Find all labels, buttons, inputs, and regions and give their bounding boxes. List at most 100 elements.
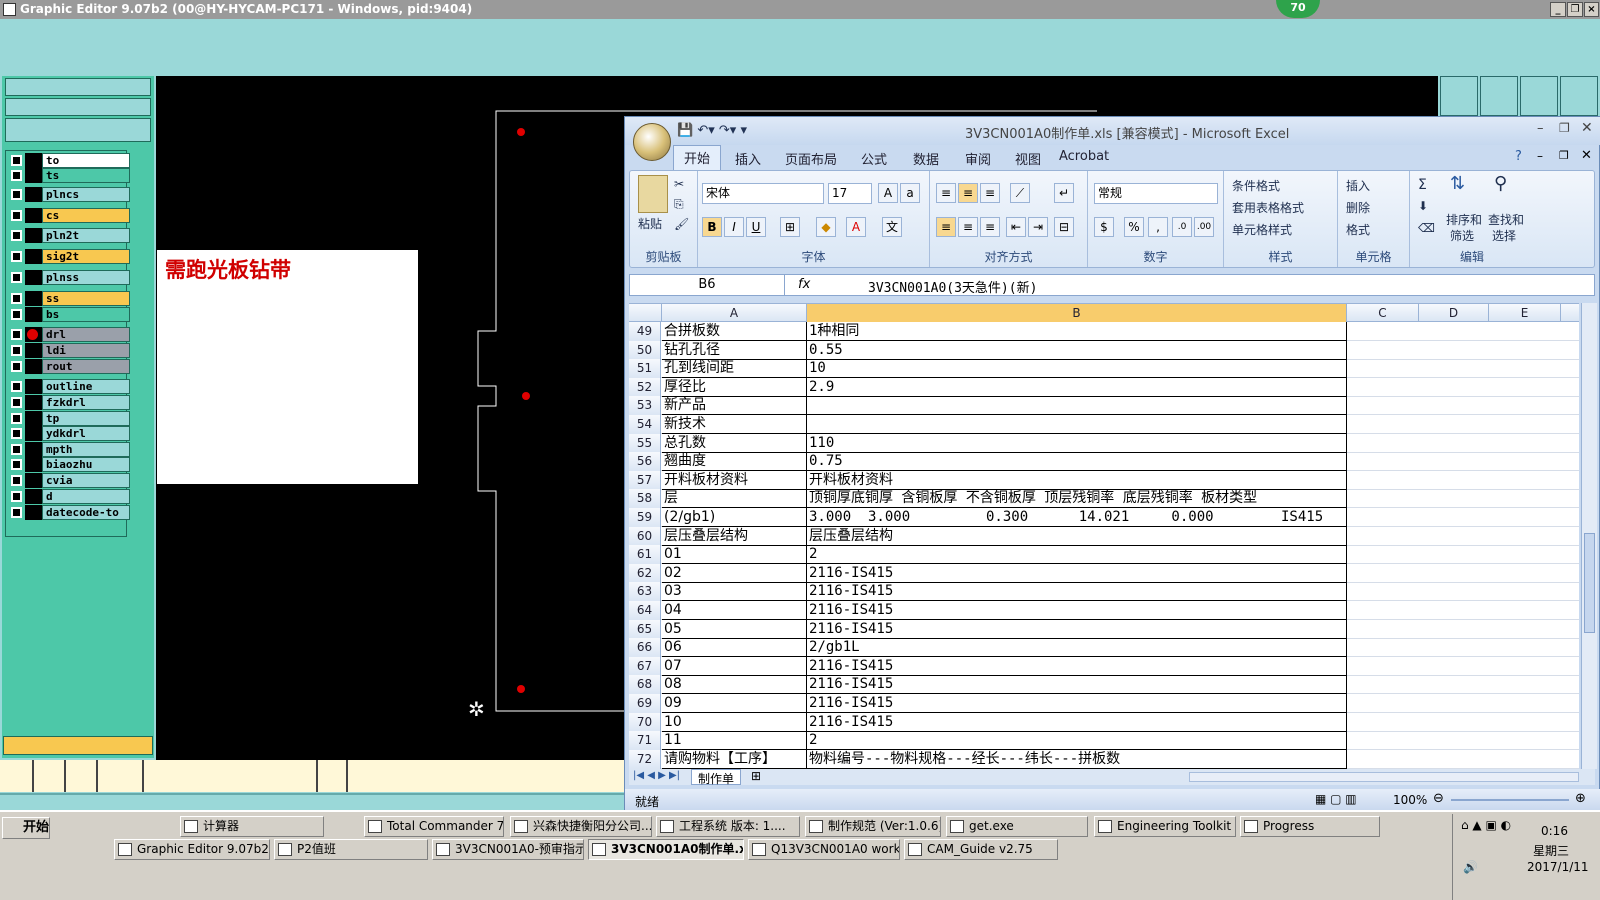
layer-color-swatch[interactable]: [25, 249, 42, 264]
row-number[interactable]: 63: [629, 582, 661, 602]
layer-row-fzkdrl[interactable]: fzkdrl: [8, 395, 130, 410]
cell-a[interactable]: 钻孔孔径: [662, 340, 807, 360]
layer-label[interactable]: biaozhu: [42, 457, 130, 472]
bold-icon[interactable]: B: [702, 217, 722, 237]
layer-label[interactable]: ydkdrl: [42, 426, 130, 441]
binoculars-icon[interactable]: ⚲: [1494, 173, 1507, 194]
merge-center-icon[interactable]: ⊟: [1054, 217, 1074, 237]
panel-field-2[interactable]: [5, 98, 151, 116]
layer-checkbox[interactable]: [11, 345, 22, 356]
sheet-tab-active[interactable]: 制作单: [691, 769, 742, 786]
workbook-restore-button[interactable]: ❐: [1559, 149, 1569, 162]
cell-a[interactable]: 04: [662, 601, 807, 620]
horizontal-scrollbar[interactable]: [1189, 772, 1579, 782]
excel-close-button[interactable]: ✕: [1581, 120, 1593, 136]
paste-icon[interactable]: [638, 175, 668, 213]
row-number[interactable]: 62: [629, 563, 661, 583]
layer-row-bs[interactable]: bs: [8, 307, 130, 322]
tool-tile-1[interactable]: [1440, 76, 1478, 116]
cell-a[interactable]: 孔到线间距: [662, 359, 807, 379]
taskbar-button[interactable]: P2值班: [274, 839, 428, 860]
layer-checkbox[interactable]: [11, 251, 22, 262]
row-number[interactable]: 71: [629, 731, 661, 751]
restore-button[interactable]: ❐: [1567, 2, 1583, 17]
panel-field-1[interactable]: [5, 78, 151, 96]
zoom-out-icon[interactable]: ⊖: [1433, 791, 1444, 806]
layer-label[interactable]: drl: [42, 327, 130, 342]
row-number[interactable]: 72: [629, 749, 661, 769]
layer-checkbox[interactable]: [11, 272, 22, 283]
undo-icon[interactable]: ↶▾: [697, 123, 714, 138]
copy-icon[interactable]: ⎘: [674, 197, 684, 212]
cell-a[interactable]: 03: [662, 582, 807, 602]
phonetic-icon[interactable]: 文: [882, 217, 902, 237]
layer-checkbox[interactable]: [11, 459, 22, 470]
layer-row-plncs[interactable]: plncs: [8, 187, 130, 202]
row-number[interactable]: 69: [629, 694, 661, 713]
name-box[interactable]: B6: [630, 275, 785, 295]
layer-label[interactable]: outline: [42, 379, 130, 394]
tool-tile-3[interactable]: [1520, 76, 1558, 116]
cell-a[interactable]: (2/gb1): [662, 508, 807, 527]
layer-checkbox[interactable]: [11, 507, 22, 518]
layer-row-pln2t[interactable]: pln2t: [8, 228, 130, 243]
taskbar-button[interactable]: Progress: [1240, 816, 1380, 837]
cell-a[interactable]: 01: [662, 545, 807, 565]
align-top-icon[interactable]: ≡: [936, 183, 956, 203]
layer-label[interactable]: cvia: [42, 473, 130, 488]
layer-checkbox[interactable]: [11, 170, 22, 181]
cell-b[interactable]: 2.9: [807, 377, 1347, 397]
layer-checkbox[interactable]: [11, 361, 22, 372]
cell-b[interactable]: 2116-IS415: [807, 619, 1347, 639]
layer-row-sig2t[interactable]: sig2t: [8, 249, 130, 264]
cell-b[interactable]: 顶铜厚底铜厚 含铜板厚 不含铜板厚 顶层残铜率 底层残铜率 板材类型: [807, 489, 1347, 509]
layer-label[interactable]: mpth: [42, 442, 130, 457]
cell-a[interactable]: 合拼板数: [662, 322, 807, 341]
cell-b[interactable]: 10: [807, 359, 1347, 379]
format-painter-icon[interactable]: 🖌: [674, 217, 689, 231]
sort-filter-icon[interactable]: ⇅: [1450, 173, 1465, 194]
layer-row-tp[interactable]: tp: [8, 411, 130, 426]
row-number[interactable]: 64: [629, 601, 661, 620]
layer-row-datecode-to[interactable]: datecode-to: [8, 505, 130, 520]
taskbar-button[interactable]: get.exe: [946, 816, 1088, 837]
insert-cells-button[interactable]: 插入: [1346, 177, 1370, 194]
layer-row-ss[interactable]: ss: [8, 291, 130, 306]
cell-a[interactable]: 07: [662, 656, 807, 676]
layer-label[interactable]: d: [42, 489, 130, 504]
taskbar-button[interactable]: 制作规范 (Ver:1.0.6): [805, 816, 941, 837]
layer-label[interactable]: tp: [42, 411, 130, 426]
layer-color-swatch[interactable]: [25, 411, 42, 426]
scroll-thumb[interactable]: [1584, 533, 1595, 633]
clock-weekday[interactable]: 星期三: [1533, 842, 1569, 859]
close-button[interactable]: ×: [1584, 2, 1599, 17]
layer-color-swatch[interactable]: [25, 489, 42, 504]
layer-row-d[interactable]: d: [8, 489, 130, 504]
formula-input[interactable]: 3V3CN001A0(3天急件)(新): [868, 277, 1037, 296]
fill-color-icon[interactable]: ◆: [816, 217, 836, 237]
layer-color-swatch[interactable]: [25, 208, 42, 223]
cell-b[interactable]: [807, 396, 1347, 416]
layer-row-ydkdrl[interactable]: ydkdrl: [8, 426, 130, 441]
taskbar-button[interactable]: Q13V3CN001A0 working ...: [748, 839, 900, 860]
layer-checkbox[interactable]: [11, 491, 22, 502]
cell-b[interactable]: 0.75: [807, 452, 1347, 472]
layer-color-swatch[interactable]: [25, 359, 42, 374]
sort-filter-button-line2[interactable]: 筛选: [1450, 227, 1474, 244]
row-number[interactable]: 52: [629, 377, 661, 397]
format-cells-button[interactable]: 格式: [1346, 221, 1370, 238]
cell-a[interactable]: 11: [662, 731, 807, 751]
cell-a[interactable]: 06: [662, 638, 807, 658]
layer-checkbox[interactable]: [11, 230, 22, 241]
decrease-indent-icon[interactable]: ⇤: [1006, 217, 1026, 237]
cell-a[interactable]: 翘曲度: [662, 452, 807, 472]
layer-checkbox[interactable]: [11, 155, 22, 166]
cell-a[interactable]: 总孔数: [662, 433, 807, 453]
cell-a[interactable]: 05: [662, 619, 807, 639]
layer-color-swatch[interactable]: [25, 187, 42, 202]
decrease-decimal-icon[interactable]: .00: [1194, 217, 1214, 237]
layer-row-cvia[interactable]: cvia: [8, 473, 130, 488]
command-cell[interactable]: [144, 760, 318, 792]
row-number[interactable]: 51: [629, 359, 661, 379]
ribbon-tab-7[interactable]: Acrobat: [1059, 149, 1109, 164]
